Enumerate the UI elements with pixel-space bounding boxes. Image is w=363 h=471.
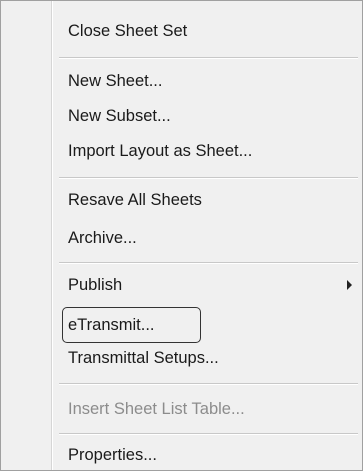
menu-item-new-sheet[interactable]: New Sheet... (53, 65, 362, 97)
menu-item-resave-all-sheets[interactable]: Resave All Sheets (53, 184, 362, 216)
menu-item-import-layout-as-sheet[interactable]: Import Layout as Sheet... (53, 135, 362, 167)
menu-separator (59, 177, 358, 179)
menu-item-etransmit[interactable]: eTransmit... (53, 309, 362, 341)
menu-item-insert-sheet-list-table[interactable]: Insert Sheet List Table... (53, 393, 362, 425)
menu-item-close-sheet-set[interactable]: Close Sheet Set (53, 15, 362, 47)
menu-item-archive[interactable]: Archive... (53, 222, 362, 254)
menu-icon-gutter (1, 1, 51, 470)
menu-separator (59, 57, 358, 59)
menu-separator (59, 383, 358, 385)
menu-item-label: Publish (68, 276, 123, 294)
menu-separator (59, 433, 358, 435)
menu-item-publish[interactable]: Publish (53, 269, 362, 301)
menu-item-properties[interactable]: Properties... (53, 439, 362, 471)
menu-separator (59, 262, 358, 264)
chevron-right-icon (347, 280, 352, 290)
menu-item-new-subset[interactable]: New Subset... (53, 100, 362, 132)
context-menu: Close Sheet Set New Sheet... New Subset.… (0, 0, 363, 471)
menu-item-transmittal-setups[interactable]: Transmittal Setups... (53, 342, 362, 374)
